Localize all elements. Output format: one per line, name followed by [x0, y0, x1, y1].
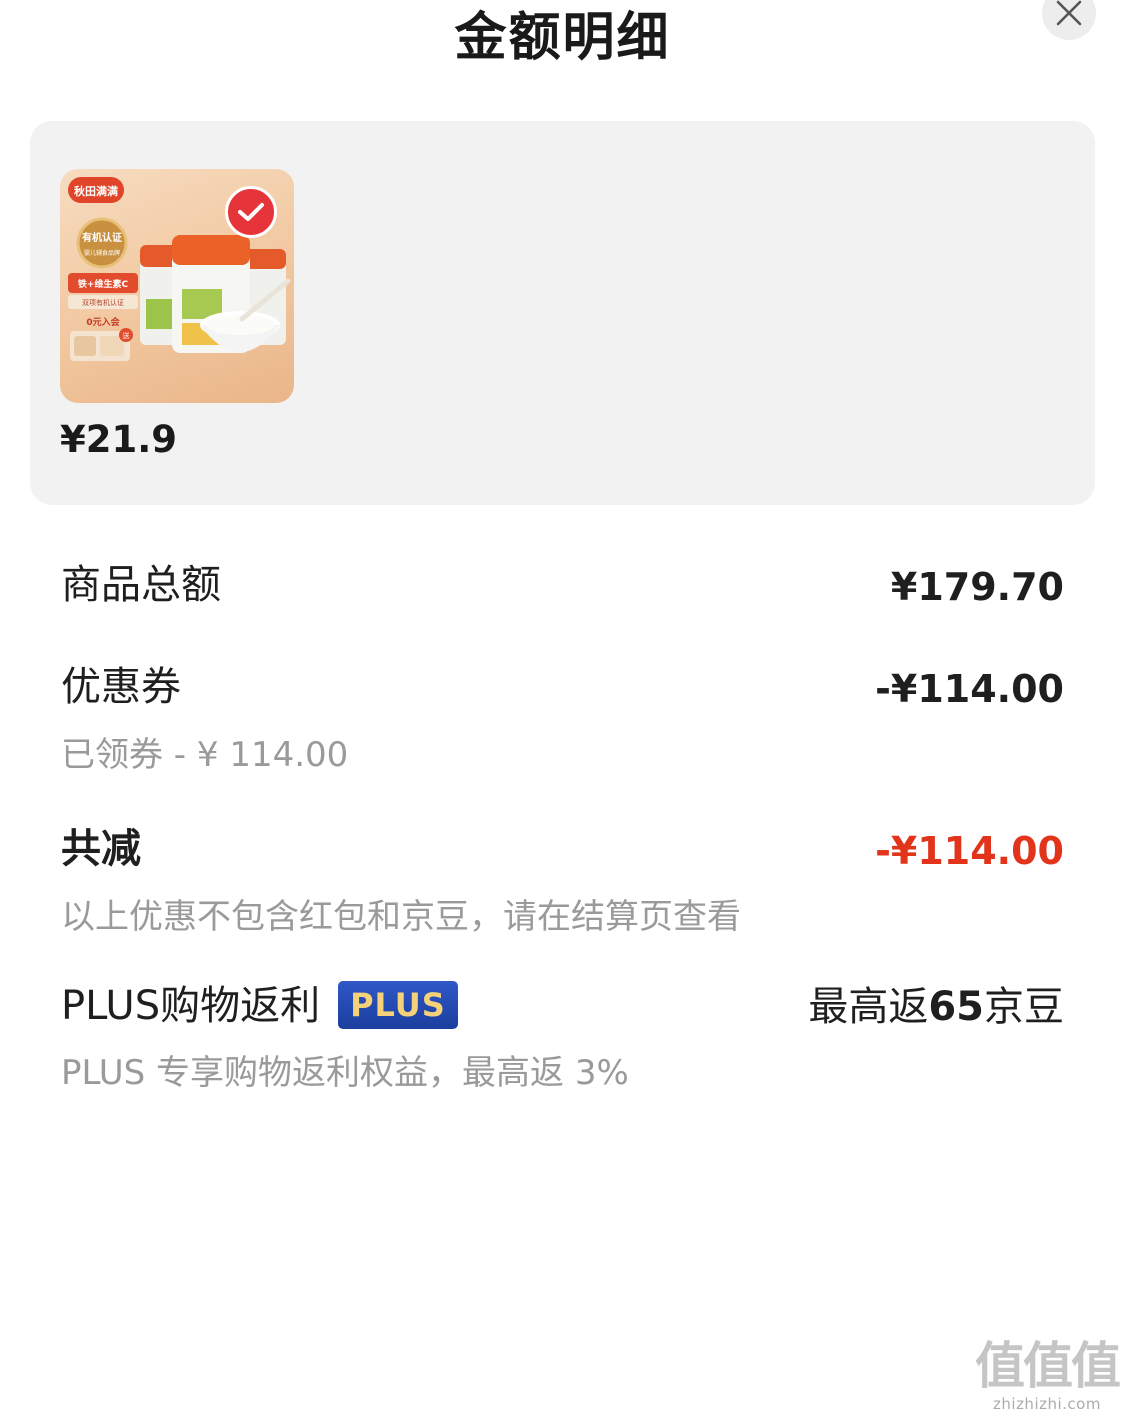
amount-detail-sheet: 金额明细 秋田满满 有机认证 婴儿辅食品牌 铁+维生素C 双项有机认证 0元入会…	[0, 0, 1125, 1421]
coupon-label: 优惠券	[61, 664, 181, 710]
thumb-promo3: 0元入会	[86, 316, 120, 328]
thumb-brand: 秋田满满	[74, 184, 118, 198]
coupon-sub: 已领券 - ¥ 114.00	[61, 735, 349, 775]
plus-badge: PLUS	[338, 981, 458, 1029]
plus-value-prefix: 最高返	[808, 984, 929, 1030]
reduction-label: 共减	[61, 826, 141, 872]
thumb-gift: 送	[123, 331, 130, 340]
plus-rebate-sub: PLUS 专享购物返利权益，最高返 3%	[61, 1053, 629, 1093]
product-image[interactable]: 秋田满满 有机认证 婴儿辅食品牌 铁+维生素C 双项有机认证 0元入会 送	[60, 169, 294, 403]
watermark-mark: 值值值	[975, 1337, 1121, 1395]
watermark-domain: zhizhizhi.com	[993, 1395, 1101, 1413]
close-icon	[1054, 0, 1084, 28]
plus-value-number: 65	[928, 984, 984, 1030]
plus-rebate-row: PLUS购物返利 PLUS	[61, 981, 458, 1031]
total-value: ¥179.70	[890, 565, 1064, 609]
thumb-promo2: 双项有机认证	[82, 298, 124, 307]
plus-rebate-label: PLUS购物返利	[61, 983, 321, 1029]
coupon-value: -¥114.00	[875, 667, 1064, 711]
thumb-seal: 有机认证	[82, 231, 122, 244]
plus-value-suffix: 京豆	[984, 984, 1064, 1030]
thumb-seal-sub: 婴儿辅食品牌	[84, 249, 120, 257]
page-title: 金额明细	[454, 8, 671, 68]
product-price: ¥21.9	[60, 418, 178, 461]
plus-rebate-value: 最高返65京豆	[808, 982, 1064, 1032]
reduction-value: -¥114.00	[875, 829, 1064, 873]
thumb-promo1: 铁+维生素C	[78, 278, 129, 290]
selected-check-badge[interactable]	[225, 186, 277, 238]
check-icon	[238, 202, 264, 222]
watermark: 值值值 zhizhizhi.com	[972, 1338, 1122, 1418]
reduction-sub: 以上优惠不包含红包和京豆，请在结算页查看	[61, 897, 741, 937]
total-label: 商品总额	[61, 562, 221, 608]
product-card: 秋田满满 有机认证 婴儿辅食品牌 铁+维生素C 双项有机认证 0元入会 送 ¥2…	[30, 121, 1095, 505]
